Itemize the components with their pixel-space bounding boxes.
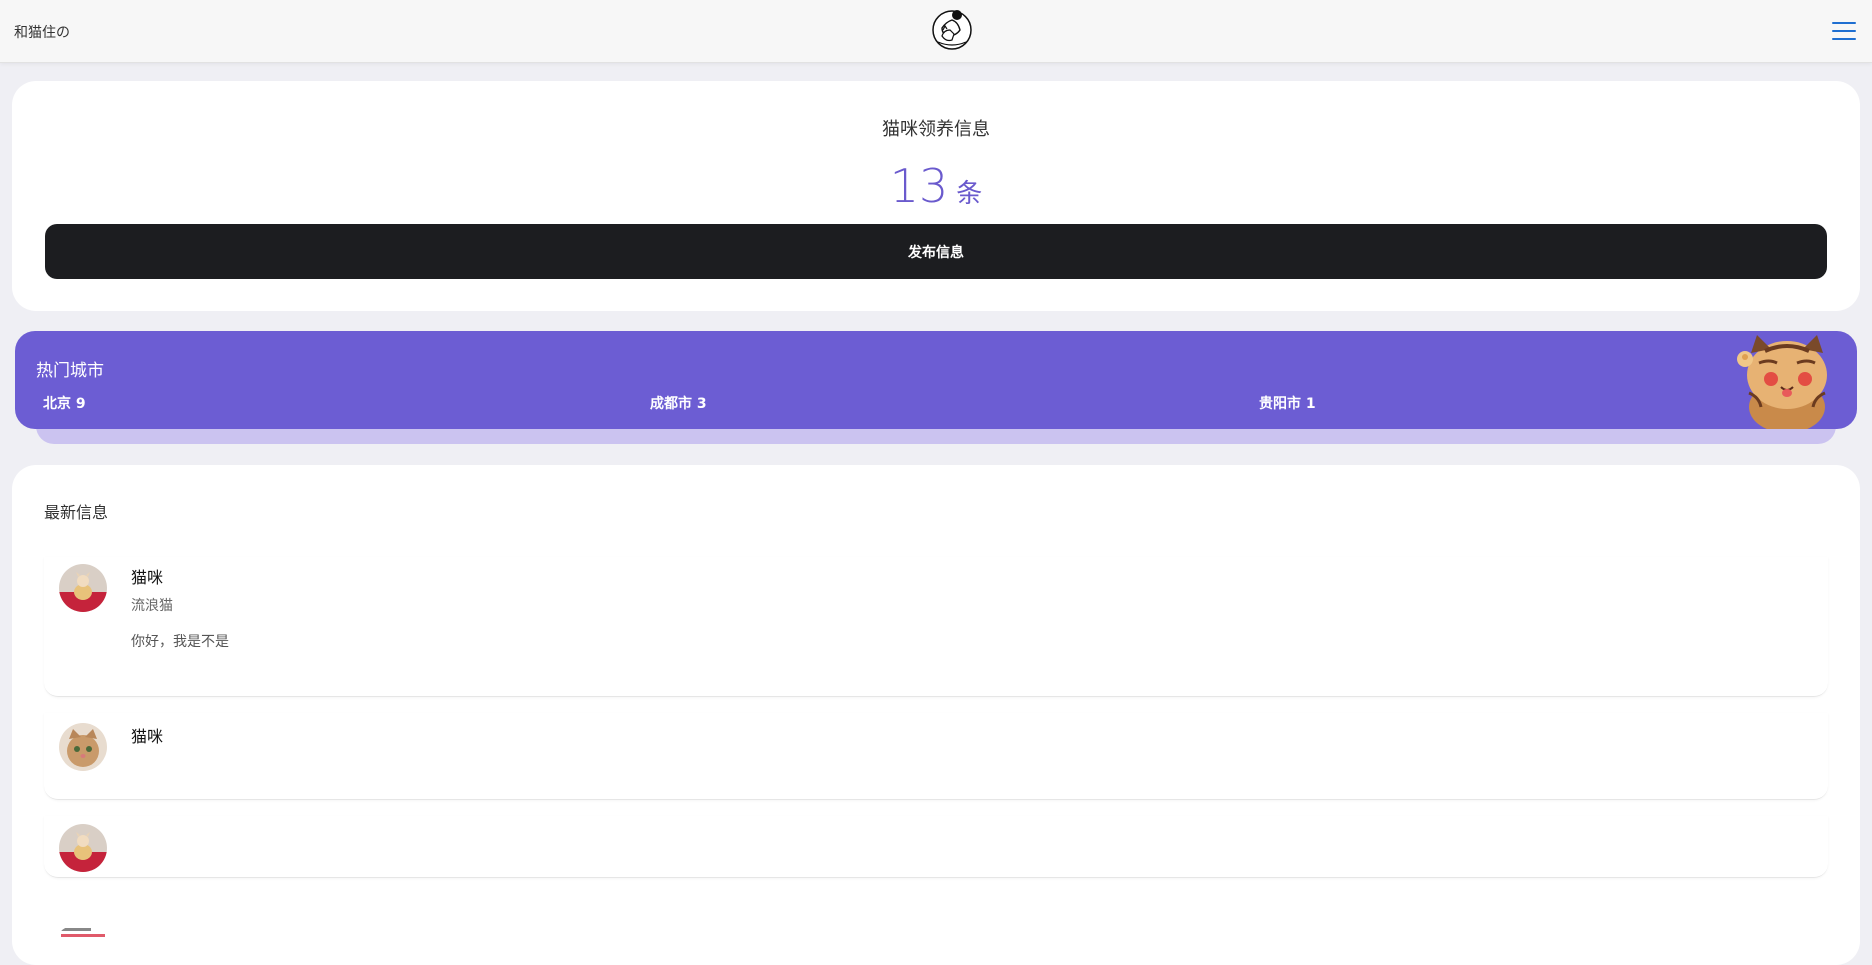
city-chengdu[interactable]: 成都市 3	[650, 393, 707, 413]
list-item[interactable]	[44, 917, 1828, 948]
item-tag: 流浪猫	[131, 598, 173, 614]
avatar	[59, 723, 107, 771]
avatar	[59, 564, 107, 612]
latest-info-card: 最新信息 猫咪 流浪猫 你好，我是不是 猫咪	[12, 465, 1860, 965]
item-name: 猫咪	[131, 727, 164, 746]
stats-count: 13 条	[12, 159, 1860, 213]
cartoon-cat-illustration-icon	[1735, 333, 1845, 433]
publish-button[interactable]: 发布信息	[45, 224, 1827, 279]
count-unit: 条	[956, 179, 983, 209]
latest-info-title: 最新信息	[44, 503, 109, 522]
cat-person-logo-icon[interactable]	[930, 6, 974, 50]
adoption-count: 13	[889, 159, 949, 213]
list-item[interactable]: 猫咪 流浪猫 你好，我是不是	[44, 557, 1828, 697]
list-item[interactable]: 猫咪	[44, 713, 1828, 800]
hot-cities-banner: 热门城市 北京 9 成都市 3 贵阳市 1	[15, 331, 1857, 433]
stats-title: 猫咪领养信息	[882, 119, 990, 140]
avatar	[59, 824, 107, 872]
hot-cities-title: 热门城市	[36, 361, 104, 381]
city-guiyang[interactable]: 贵阳市 1	[1259, 393, 1316, 413]
stats-card: 猫咪领养信息 13 条 发布信息	[12, 81, 1860, 311]
item-name: 猫咪	[131, 568, 164, 587]
city-beijing[interactable]: 北京 9	[43, 393, 86, 413]
item-description: 你好，我是不是	[131, 634, 229, 650]
top-bar: 和猫住の	[0, 0, 1872, 63]
avatar	[59, 924, 107, 948]
app-title: 和猫住の	[14, 25, 70, 41]
list-item[interactable]	[44, 816, 1828, 878]
hamburger-menu-icon[interactable]	[1832, 22, 1856, 42]
